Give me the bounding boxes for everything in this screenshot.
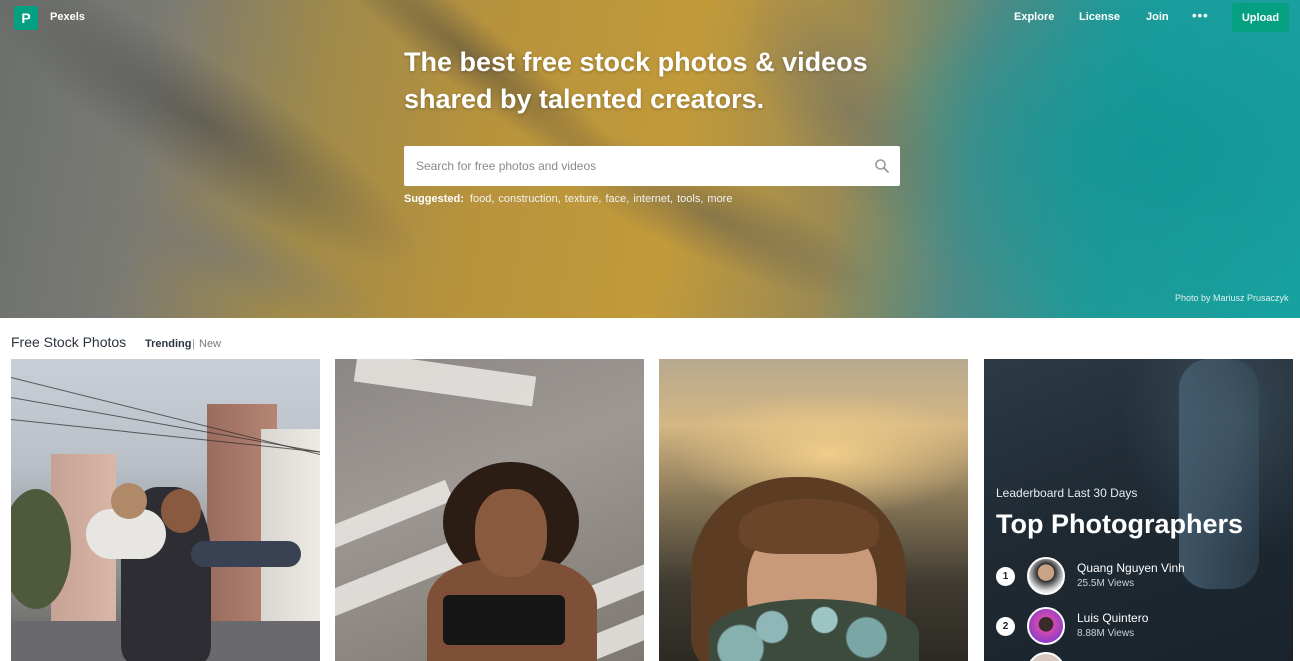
avatar[interactable] xyxy=(1027,557,1065,595)
rank-badge: 1 xyxy=(996,567,1015,586)
photo-detail xyxy=(709,599,919,661)
suggested-label: Suggested: xyxy=(404,193,464,205)
photo-detail xyxy=(161,489,201,533)
hero-headline: The best free stock photos & videos shar… xyxy=(404,47,868,114)
suggested-tag-food[interactable]: food xyxy=(470,193,491,205)
nav-link-license[interactable]: License xyxy=(1079,11,1120,23)
photo-detail xyxy=(353,359,537,407)
tab-trending[interactable]: Trending xyxy=(145,338,191,350)
upload-button[interactable]: Upload xyxy=(1232,3,1289,32)
hero-banner: P Pexels Explore License Join ••• Upload… xyxy=(0,0,1300,318)
photo-detail xyxy=(475,489,547,577)
photo-detail xyxy=(443,595,565,645)
photo-card[interactable] xyxy=(659,359,968,661)
photographer-views: 8.88M Views xyxy=(1077,628,1135,639)
photo-detail xyxy=(739,499,879,554)
tag-separator: , xyxy=(700,193,704,205)
tag-separator: , xyxy=(557,193,561,205)
tab-separator: | xyxy=(192,338,195,350)
search-input[interactable] xyxy=(404,146,854,186)
search-bar xyxy=(404,146,900,186)
tag-separator: , xyxy=(598,193,602,205)
photo-credit[interactable]: Photo by Mariusz Prusaczyk xyxy=(1175,293,1289,303)
suggested-tag-internet[interactable]: internet xyxy=(633,193,670,205)
photographer-views: 25.5M Views xyxy=(1077,578,1135,589)
tab-new[interactable]: New xyxy=(199,338,221,350)
photo-detail xyxy=(191,541,301,567)
leaderboard-card[interactable]: Leaderboard Last 30 Days Top Photographe… xyxy=(984,359,1293,661)
photo-detail xyxy=(111,483,147,519)
brand-name[interactable]: Pexels xyxy=(50,11,85,23)
photographer-name[interactable]: Luis Quintero xyxy=(1077,611,1148,625)
suggested-tag-more[interactable]: more xyxy=(707,193,732,205)
pexels-logo-icon[interactable]: P xyxy=(14,6,38,30)
section-title: Free Stock Photos xyxy=(11,334,127,350)
rank-badge: 2 xyxy=(996,617,1015,636)
leaderboard-entry[interactable]: 2 Luis Quintero 8.88M Views xyxy=(996,604,1286,648)
leaderboard-entry[interactable]: 1 Quang Nguyen Vinh 25.5M Views xyxy=(996,554,1286,598)
photo-card[interactable] xyxy=(11,359,320,661)
search-icon[interactable] xyxy=(874,158,890,174)
suggested-tag-texture[interactable]: texture xyxy=(565,193,599,205)
photo-card[interactable] xyxy=(335,359,644,661)
photographer-name[interactable]: Quang Nguyen Vinh xyxy=(1077,561,1185,575)
more-menu-icon[interactable]: ••• xyxy=(1192,8,1209,23)
suggested-tag-tools[interactable]: tools xyxy=(677,193,700,205)
nav-link-explore[interactable]: Explore xyxy=(1014,11,1054,23)
leaderboard-title: Top Photographers xyxy=(996,509,1243,539)
suggested-tag-face[interactable]: face xyxy=(605,193,626,205)
nav-link-join[interactable]: Join xyxy=(1146,11,1169,23)
leaderboard-subtitle: Leaderboard Last 30 Days xyxy=(996,486,1138,500)
suggested-tags: Suggested: food, construction, texture, face… xyxy=(404,193,732,205)
tag-separator: , xyxy=(491,193,495,205)
tag-separator: , xyxy=(626,193,630,205)
avatar[interactable] xyxy=(1027,607,1065,645)
photo-detail xyxy=(261,429,320,629)
suggested-tag-construction[interactable]: construction xyxy=(498,193,557,205)
top-nav: P Pexels Explore License Join ••• Upload xyxy=(0,0,1300,36)
tag-separator: , xyxy=(670,193,674,205)
